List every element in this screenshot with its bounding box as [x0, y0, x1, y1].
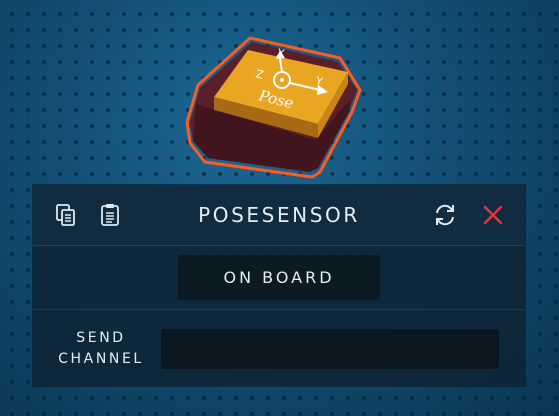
refresh-button[interactable]	[431, 201, 459, 229]
sensor-config-panel: POSESENSOR ON BOARD SEND CHANNEL	[33, 185, 525, 386]
panel-header: POSESENSOR	[33, 185, 525, 246]
axis-origin-dot	[280, 78, 284, 82]
on-board-button[interactable]: ON BOARD	[178, 255, 380, 300]
close-button[interactable]	[479, 201, 507, 229]
send-channel-input[interactable]	[161, 329, 499, 369]
paste-button[interactable]	[96, 201, 124, 229]
send-channel-label-line2: CHANNEL	[58, 351, 144, 367]
section-divider	[33, 309, 525, 310]
send-channel-label-line1: SEND	[76, 330, 126, 346]
copy-button[interactable]	[52, 201, 80, 229]
send-channel-label: SEND CHANNEL	[45, 328, 157, 370]
close-icon	[483, 205, 503, 225]
copy-icon	[56, 204, 75, 226]
paste-icon	[101, 204, 119, 226]
refresh-icon	[436, 204, 454, 226]
pose-sensor-block[interactable]: X Y Z Pose	[185, 36, 362, 179]
panel-title: POSESENSOR	[198, 203, 360, 227]
